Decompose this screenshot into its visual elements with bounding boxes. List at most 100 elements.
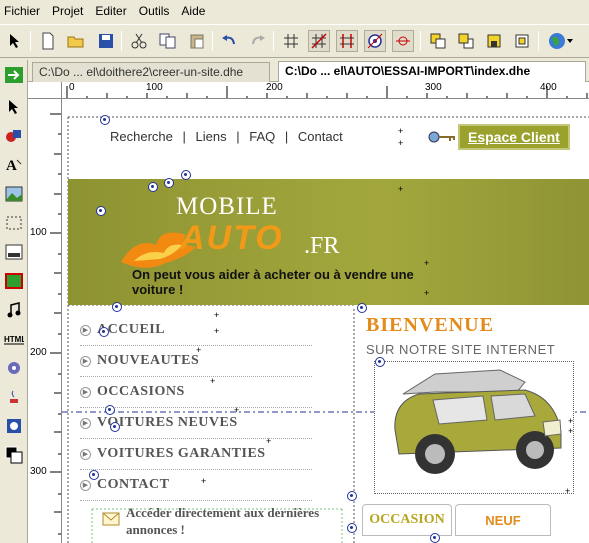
plugin-gear-icon[interactable]: [3, 357, 25, 379]
anchor-icon[interactable]: [99, 327, 109, 337]
tab-occasion[interactable]: OCCASION: [362, 504, 452, 536]
banner-tagline: On peut vous aider à acheter ou à vendre…: [132, 267, 414, 297]
anchor-toggle-icon[interactable]: [364, 30, 386, 52]
tab-index[interactable]: C:\Do ... el\AUTO\ESSAI-IMPORT\index.dhe: [278, 61, 586, 82]
anchor-icon[interactable]: [89, 470, 99, 480]
nav-separator: |: [182, 129, 186, 144]
redo-icon[interactable]: [247, 30, 269, 52]
anchor-icon[interactable]: [110, 422, 120, 432]
svg-text:HTML: HTML: [4, 335, 24, 344]
menu-outils[interactable]: Outils: [139, 4, 178, 18]
ruler-h-label: 300: [425, 82, 442, 93]
nav-recherche[interactable]: Recherche: [110, 129, 173, 144]
nav-contact[interactable]: Contact: [298, 129, 343, 144]
header-banner: MOBILE AUTO .FR On peut vous aider à ach…: [68, 179, 589, 305]
nav-separator: |: [284, 129, 289, 144]
vertical-ruler[interactable]: 100 200 300: [28, 99, 62, 543]
anchor-icon[interactable]: [96, 206, 106, 216]
paste-icon[interactable]: [186, 30, 208, 52]
car-illustration: [394, 369, 562, 474]
menu-projet[interactable]: Projet: [52, 4, 91, 18]
ruler-h-ticks: [66, 86, 588, 98]
document-tabs: C:\Do ... el\doithere2\creer-un-site.dhe…: [28, 60, 589, 82]
menu-fichier[interactable]: Fichier: [4, 4, 48, 18]
anchor-icon[interactable]: [105, 405, 115, 415]
bullet-icon: ▶: [80, 448, 91, 460]
music-icon[interactable]: [3, 299, 25, 321]
select-tool-icon[interactable]: [3, 96, 25, 118]
nav-separator: |: [236, 129, 240, 144]
color-picker-icon[interactable]: [3, 444, 25, 466]
access-announcements-link[interactable]: Accéder directement aux dernières annonc…: [126, 504, 366, 538]
espace-client-area: Espace Client: [428, 124, 570, 150]
html-tool-icon[interactable]: HTML: [3, 328, 25, 350]
pointer-icon[interactable]: [4, 30, 26, 52]
shapes-tool-icon[interactable]: [3, 125, 25, 147]
send-backward-icon[interactable]: [511, 30, 533, 52]
anchor-icon[interactable]: [181, 170, 191, 180]
guides-icon[interactable]: [336, 30, 358, 52]
anchor-icon[interactable]: [347, 523, 357, 533]
horizontal-ruler[interactable]: 0 100 200 300 400: [62, 82, 589, 99]
key-icon: [428, 131, 455, 143]
anchor-icon[interactable]: [100, 115, 110, 125]
snap-grid-icon[interactable]: [308, 30, 330, 52]
bring-forward-icon[interactable]: [483, 30, 505, 52]
ruler-h-label: 100: [146, 82, 163, 93]
espace-client-button[interactable]: Espace Client: [458, 124, 570, 150]
image-tool-icon[interactable]: [3, 183, 25, 205]
anchor-icon[interactable]: [148, 182, 158, 192]
tab-neuf[interactable]: NEUF: [455, 504, 551, 536]
design-canvas[interactable]: Recherche | Liens | FAQ | Contact Espace…: [62, 99, 589, 543]
menu-editer[interactable]: Editer: [95, 4, 134, 18]
bullet-icon: ▶: [80, 324, 91, 336]
tab-creer-un-site[interactable]: C:\Do ... el\doithere2\creer-un-site.dhe: [32, 62, 270, 82]
new-file-icon[interactable]: [37, 30, 59, 52]
java-icon[interactable]: [3, 386, 25, 408]
bullet-icon: ▶: [80, 386, 91, 398]
ruler-v-label: 300: [30, 466, 47, 477]
flash-tool-icon[interactable]: [3, 270, 25, 292]
save-icon[interactable]: [95, 30, 117, 52]
ruler-h-label: 0: [69, 82, 75, 93]
car-image[interactable]: [374, 361, 574, 494]
form-tool-icon[interactable]: [3, 241, 25, 263]
menu-accueil[interactable]: ▶ ACCUEIL: [80, 315, 312, 346]
copy-icon[interactable]: [157, 30, 179, 52]
welcome-subtitle: SUR NOTRE SITE INTERNET: [366, 342, 556, 357]
open-folder-icon[interactable]: [65, 30, 87, 52]
send-back-icon[interactable]: [455, 30, 477, 52]
menu-aide[interactable]: Aide: [181, 4, 213, 18]
text-tool-icon[interactable]: A: [3, 154, 25, 176]
main-toolbar: [0, 24, 589, 58]
nav-liens[interactable]: Liens: [196, 129, 227, 144]
cut-icon[interactable]: [128, 30, 150, 52]
anchor-icon[interactable]: [347, 491, 357, 501]
bullet-icon: ▶: [80, 355, 91, 367]
logo-auto-text: AUTO: [180, 219, 284, 257]
svg-text:A: A: [6, 158, 17, 173]
undo-icon[interactable]: [218, 30, 240, 52]
globe-icon[interactable]: [546, 30, 576, 52]
anchor-icon[interactable]: [430, 533, 440, 543]
menu-contact[interactable]: ▶ CONTACT: [80, 470, 312, 501]
bullet-icon: ▶: [80, 417, 91, 429]
anchor-icon[interactable]: [112, 302, 122, 312]
logo-fr-text: .FR: [304, 233, 340, 259]
envelope-icon: [102, 512, 120, 526]
bring-front-icon[interactable]: [427, 30, 449, 52]
anchor-icon[interactable]: [375, 357, 385, 367]
nav-faq[interactable]: FAQ: [249, 129, 275, 144]
ruler-h-label: 400: [540, 82, 557, 93]
frame-tool-icon[interactable]: [3, 212, 25, 234]
menu-voitures-garanties[interactable]: ▶ VOITURES GARANTIES: [80, 439, 312, 470]
top-navigation: Recherche | Liens | FAQ | Contact: [110, 129, 349, 144]
anchor-tool-icon[interactable]: [3, 415, 25, 437]
menu-occasions[interactable]: ▶ OCCASIONS: [80, 377, 312, 408]
crosshair-icon[interactable]: [392, 30, 414, 52]
ruler-h-label: 200: [266, 82, 283, 93]
anchor-icon[interactable]: [357, 303, 367, 313]
anchor-icon[interactable]: [164, 178, 174, 188]
grid-icon[interactable]: [280, 30, 302, 52]
green-arrow-icon[interactable]: [3, 64, 25, 86]
